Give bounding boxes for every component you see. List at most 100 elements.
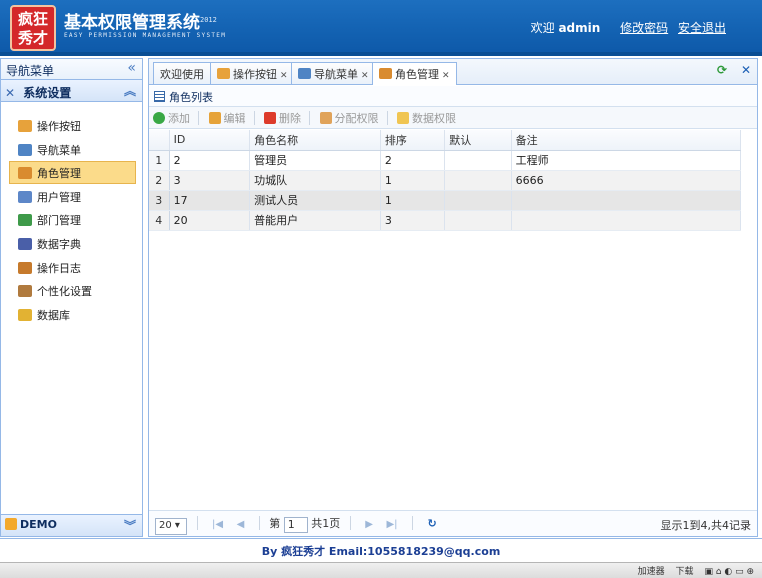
sidebar-item-log[interactable]: 操作日志 [9, 256, 136, 279]
dictionary-icon [18, 237, 32, 250]
delete-icon [264, 112, 276, 124]
cell-id: 20 [169, 210, 251, 231]
column-header-id[interactable]: ID [169, 130, 251, 151]
cell-id: 3 [169, 170, 251, 191]
grid-header-row: ID 角色名称 排序 默认 备注 [149, 130, 742, 151]
app-year: 2012 [200, 16, 217, 24]
buttons-icon [217, 68, 230, 79]
sidebar-item-settings[interactable]: 个性化设置 [9, 279, 136, 302]
data-permission-button[interactable]: 数据权限 [397, 110, 456, 126]
roles-icon [18, 167, 32, 180]
sidebar-item-label: 数据库 [37, 308, 70, 322]
welcome-text: 欢迎 [530, 21, 555, 35]
sidebar-item-users[interactable]: 用户管理 [9, 185, 136, 208]
cell-sort: 1 [380, 170, 446, 191]
log-icon [18, 261, 32, 274]
sidebar-group-system[interactable]: ✕ 系统设置 ︽ [1, 80, 142, 102]
users-icon [18, 190, 32, 203]
row-number: 4 [149, 210, 170, 231]
key-icon [319, 112, 332, 124]
sidebar-item-dictionary[interactable]: 数据字典 [9, 232, 136, 255]
cell-name: 测试人员 [249, 190, 381, 211]
table-row[interactable]: 2 3 功城队 1 6666 [149, 170, 742, 191]
demo-icon [5, 518, 17, 530]
refresh-icon[interactable]: ⟳ [717, 63, 727, 77]
table-row[interactable]: 1 2 管理员 2 工程师 [149, 150, 742, 171]
collapse-left-icon[interactable]: « [127, 60, 136, 76]
tab-menus[interactable]: 导航菜单 ✕ [291, 62, 376, 84]
page-prefix: 第 [269, 517, 281, 530]
sidebar-item-buttons[interactable]: 操作按钮 [9, 114, 136, 137]
grid-toolbar: 添加 编辑 删除 分配权限 数据权限 [149, 107, 757, 129]
departments-icon [18, 214, 32, 227]
table-row[interactable]: 4 20 普能用户 3 [149, 210, 742, 231]
tab-label: 操作按钮 [233, 68, 277, 81]
edit-label: 编辑 [223, 112, 246, 125]
close-icon[interactable]: ✕ [361, 71, 369, 81]
column-header-sort[interactable]: 排序 [380, 130, 446, 151]
chevron-up-icon[interactable]: ︽ [124, 82, 136, 99]
edit-button[interactable]: 编辑 [208, 110, 246, 126]
pager-separator [196, 516, 198, 530]
accelerator-label[interactable]: 加速器 [638, 567, 665, 577]
last-page-icon[interactable]: ▶| [386, 519, 397, 530]
cell-id: 2 [169, 150, 251, 171]
column-header-remark[interactable]: 备注 [511, 130, 742, 151]
cell-sort: 1 [380, 190, 446, 211]
tab-label: 导航菜单 [314, 68, 358, 81]
cell-sort: 2 [380, 150, 446, 171]
row-number: 1 [149, 150, 170, 171]
cell-default [444, 190, 512, 211]
chevron-down-icon[interactable]: ︾ [124, 517, 136, 534]
close-icon[interactable]: ✕ [280, 71, 288, 81]
wrench-icon [18, 285, 32, 298]
sidebar-item-label: 操作按钮 [37, 120, 81, 133]
pager-separator [349, 516, 351, 530]
app-title: 基本权限管理系统 [64, 13, 200, 33]
table-row[interactable]: 3 17 测试人员 1 [149, 190, 742, 211]
tab-label: 欢迎使用 [160, 68, 204, 81]
pager-info: 显示1到4,共4记录 [660, 519, 752, 532]
reload-icon[interactable]: ↻ [428, 517, 437, 530]
sidebar-item-label: 角色管理 [37, 167, 81, 181]
column-header-name[interactable]: 角色名称 [249, 130, 381, 151]
sidebar-item-departments[interactable]: 部门管理 [9, 208, 136, 231]
page-size-select[interactable]: 20 ▾ [155, 518, 187, 535]
assign-permission-button[interactable]: 分配权限 [319, 110, 379, 126]
close-all-icon[interactable]: ✕ [741, 63, 751, 77]
main-panel: 欢迎使用 操作按钮 ✕ 导航菜单 ✕ 角色管理 ✕ ⟳ ✕ 角色列表 添加 编辑 删除… [148, 58, 758, 537]
logout-link[interactable]: 安全退出 [678, 21, 726, 35]
download-label[interactable]: 下载 [676, 567, 694, 577]
panel-title: 角色列表 [149, 86, 757, 107]
change-password-link[interactable]: 修改密码 [620, 21, 668, 35]
sidebar-group-demo[interactable]: DEMO ︾ [1, 514, 142, 536]
tabs-tools: ⟳ ✕ [717, 63, 751, 77]
next-page-icon[interactable]: ▶ [365, 519, 373, 530]
cell-default [444, 150, 512, 171]
column-header-default[interactable]: 默认 [444, 130, 512, 151]
first-page-icon[interactable]: |◀ [212, 519, 223, 530]
panel-title-text: 角色列表 [169, 91, 213, 104]
tools-icon: ✕ [5, 86, 16, 100]
sidebar-title: 导航菜单 [6, 64, 55, 78]
cell-name: 功城队 [249, 170, 381, 191]
sidebar-item-database[interactable]: 数据库 [9, 303, 136, 326]
sidebar-item-menus[interactable]: 导航菜单 [9, 138, 136, 161]
toolbar-separator [309, 111, 310, 125]
app-subtitle: EASY PERMISSION MANAGEMENT SYSTEM [64, 32, 227, 39]
pager-separator [412, 516, 414, 530]
delete-button[interactable]: 删除 [264, 110, 301, 126]
sidebar-item-label: 用户管理 [37, 190, 81, 204]
tab-buttons[interactable]: 操作按钮 ✕ [210, 62, 295, 84]
tab-welcome[interactable]: 欢迎使用 [153, 62, 211, 84]
pagination-bar: 20 ▾ |◀ ◀ 第 1 共1页 ▶ ▶| ↻ 显示1到4,共4记录 [149, 510, 757, 536]
close-icon[interactable]: ✕ [442, 71, 450, 81]
page-footer: By 疯狂秀才 Email:1055818239@qq.com [0, 538, 762, 562]
tab-roles[interactable]: 角色管理 ✕ [372, 62, 457, 85]
add-button[interactable]: 添加 [153, 110, 190, 126]
prev-page-icon[interactable]: ◀ [237, 519, 245, 530]
menu-icon [298, 68, 311, 79]
sidebar-item-roles[interactable]: 角色管理 [9, 161, 136, 185]
page-number-input[interactable]: 1 [283, 517, 308, 533]
toolbar-separator [198, 111, 199, 125]
